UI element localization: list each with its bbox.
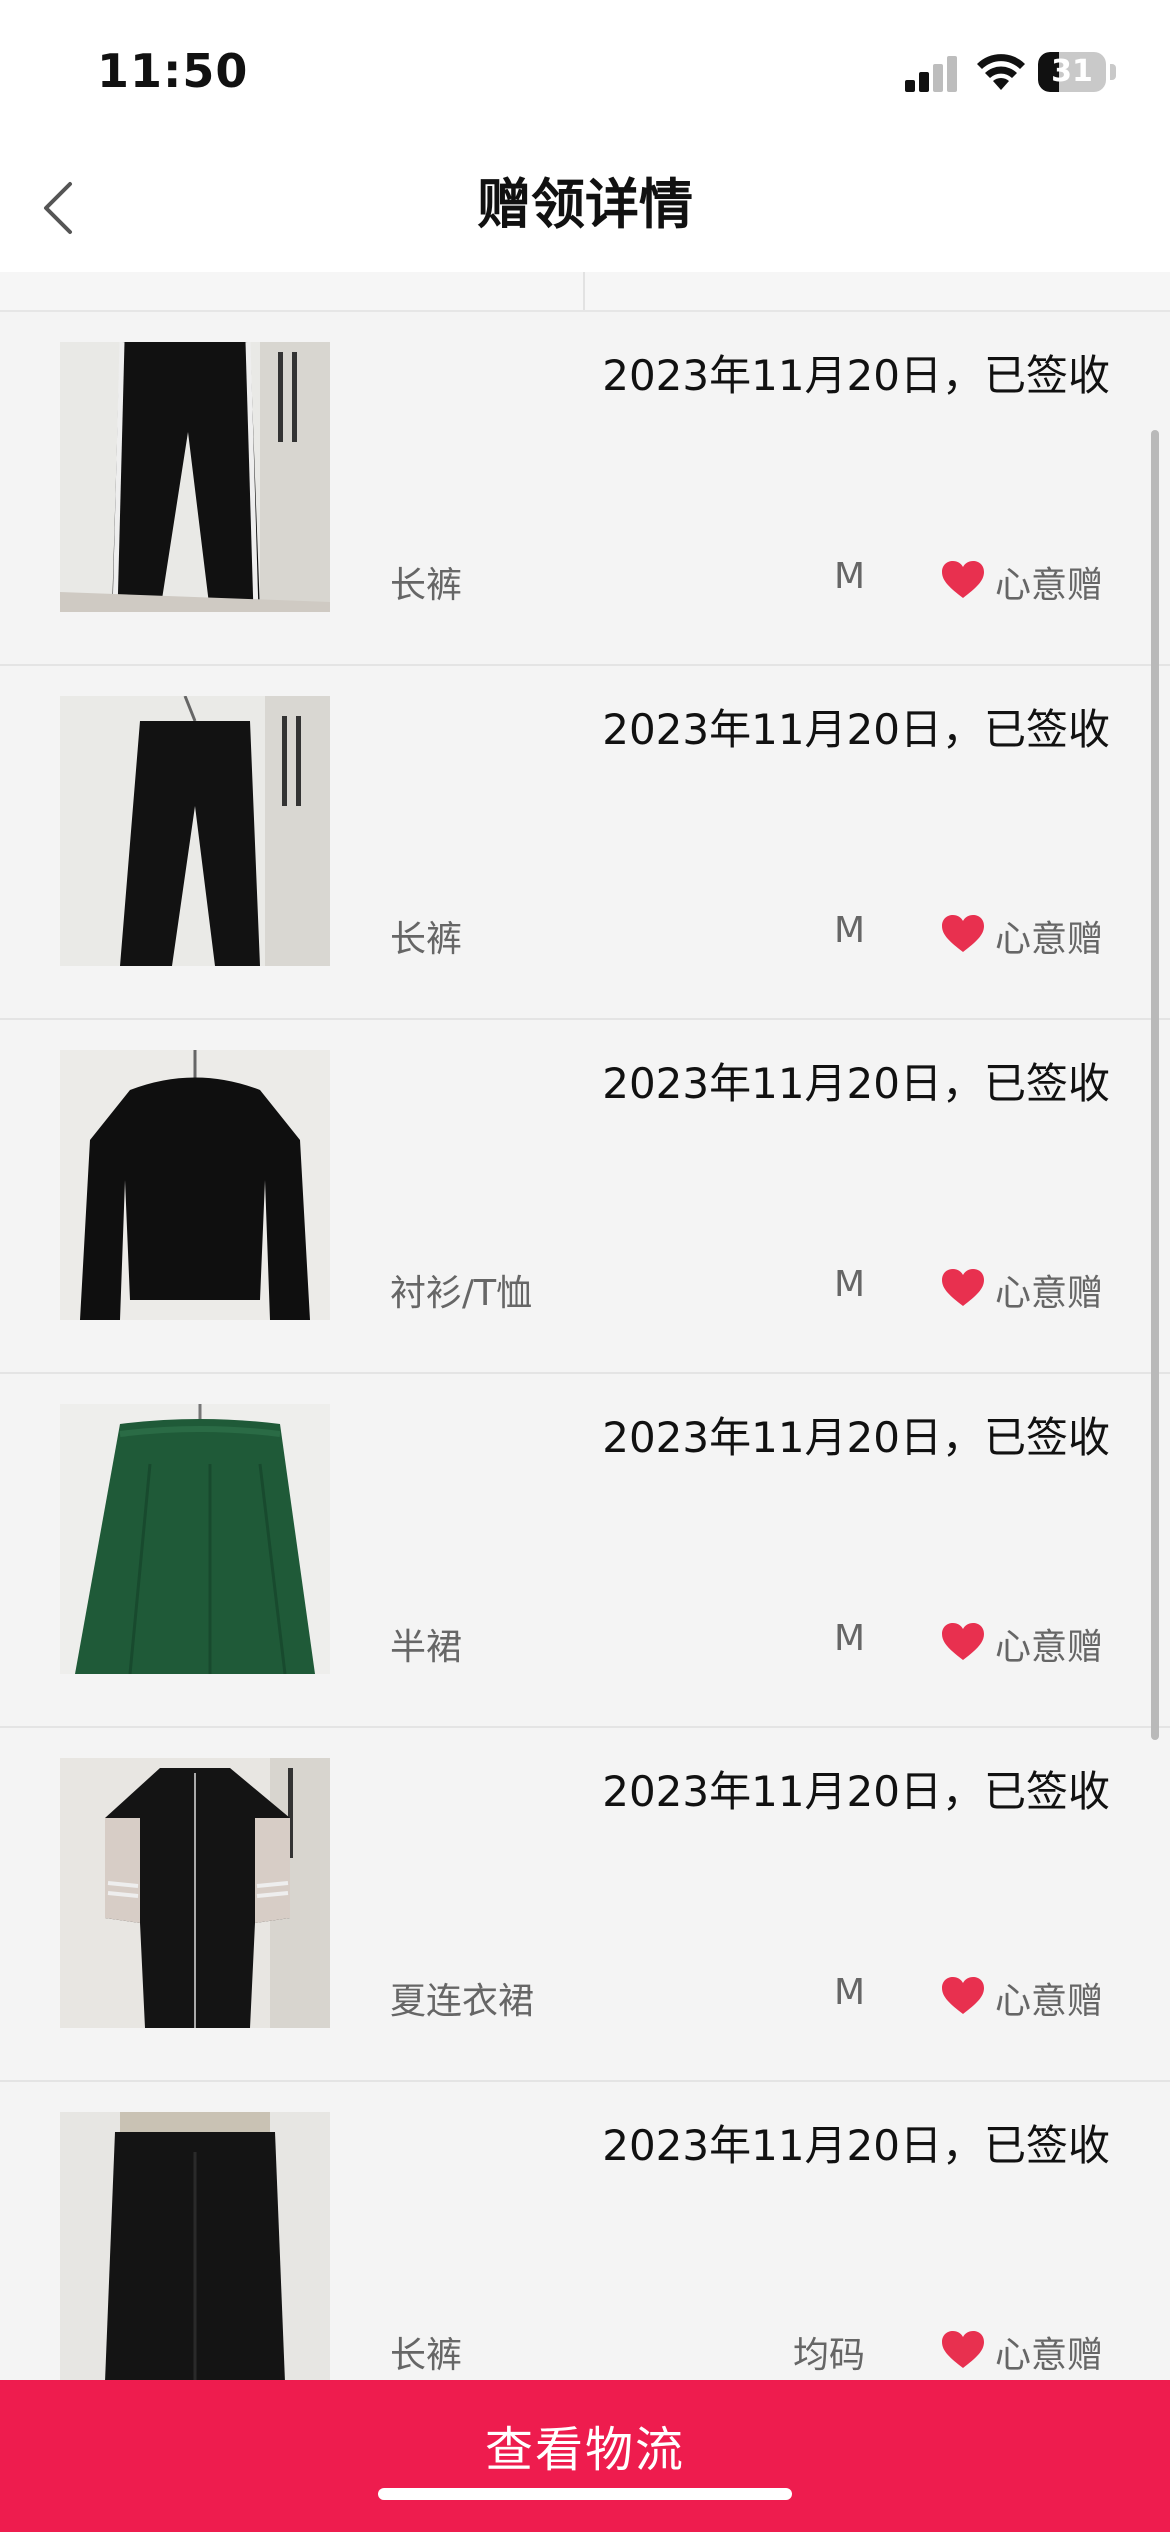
clothing-thumbnail <box>60 1758 330 2028</box>
item-category: 半裙 <box>390 1627 463 1668</box>
status-time: 11:50 <box>97 44 249 98</box>
item-category: 衬衫/T恤 <box>390 1273 533 1314</box>
list-item[interactable]: 2023年11月20日，已签收 长裤 M 心意赠 <box>0 666 1170 1020</box>
item-category: 夏连衣裙 <box>390 1981 535 2022</box>
clothing-image <box>60 1404 330 1674</box>
heart-icon <box>942 915 984 952</box>
page-title: 赠领详情 <box>477 173 693 236</box>
item-date-status: 2023年11月20日，已签收 <box>602 705 1110 754</box>
item-size: M <box>833 1618 865 1659</box>
clothing-thumbnail <box>60 1404 330 1674</box>
segment-divider <box>583 272 585 310</box>
back-button[interactable] <box>30 170 100 240</box>
item-category: 长裤 <box>390 2335 463 2376</box>
clothing-image <box>60 1758 330 2028</box>
view-logistics-button[interactable]: 查看物流 <box>0 2380 1170 2532</box>
heart-icon <box>942 561 984 598</box>
item-date-status: 2023年11月20日，已签收 <box>602 351 1110 400</box>
home-indicator <box>378 2488 792 2500</box>
heart-icon <box>942 1977 984 2014</box>
gift-tag-label: 心意赠 <box>995 1627 1104 1668</box>
clothing-thumbnail <box>60 342 330 612</box>
clothing-image <box>60 342 330 612</box>
item-size: 均码 <box>792 2335 865 2376</box>
gift-tag-label: 心意赠 <box>995 1273 1104 1314</box>
chevron-left-icon <box>44 182 72 234</box>
item-date-status: 2023年11月20日，已签收 <box>602 2121 1110 2170</box>
scrollbar[interactable] <box>1151 430 1159 1740</box>
clothing-thumbnail <box>60 696 330 966</box>
battery-tip <box>1110 64 1116 80</box>
navigation-bar: 赠领详情 <box>0 140 1170 272</box>
clothing-thumbnail <box>60 2112 330 2382</box>
item-date-status: 2023年11月20日，已签收 <box>602 1767 1110 1816</box>
status-bar: 11:50 31 <box>0 0 1170 140</box>
list-item[interactable]: 2023年11月20日，已签收 长裤 M 心意赠 <box>0 312 1170 666</box>
gift-tag-label: 心意赠 <box>995 919 1104 960</box>
clothing-image <box>60 696 330 966</box>
list-item[interactable]: 2023年11月20日，已签收 夏连衣裙 M 心意赠 <box>0 1728 1170 2082</box>
item-size: M <box>833 910 865 951</box>
clothing-image <box>60 1050 330 1320</box>
item-size: M <box>833 556 865 597</box>
item-list: 2023年11月20日，已签收 长裤 M 心意赠 2023年11月20日，已签收… <box>0 312 1170 2436</box>
clothing-thumbnail <box>60 1050 330 1320</box>
battery-icon: 31 <box>1038 52 1106 92</box>
item-category: 长裤 <box>390 565 463 606</box>
item-category: 长裤 <box>390 919 463 960</box>
battery-level: 31 <box>1051 54 1093 89</box>
item-date-status: 2023年11月20日，已签收 <box>602 1059 1110 1108</box>
view-logistics-label: 查看物流 <box>484 2422 685 2478</box>
item-size: M <box>833 1972 865 2013</box>
gift-tag-label: 心意赠 <box>995 2335 1104 2376</box>
heart-icon <box>942 1623 984 1660</box>
cellular-signal-icon <box>905 56 957 92</box>
segment-header <box>0 272 1170 312</box>
gift-tag-label: 心意赠 <box>995 1981 1104 2022</box>
clothing-image <box>60 2112 330 2382</box>
list-item[interactable]: 2023年11月20日，已签收 半裙 M 心意赠 <box>0 1374 1170 1728</box>
wifi-icon <box>977 54 1025 90</box>
heart-icon <box>942 1269 984 1306</box>
list-item[interactable]: 2023年11月20日，已签收 衬衫/T恤 M 心意赠 <box>0 1020 1170 1374</box>
heart-icon <box>942 2331 984 2368</box>
gift-tag-label: 心意赠 <box>995 565 1104 606</box>
item-date-status: 2023年11月20日，已签收 <box>602 1413 1110 1462</box>
item-size: M <box>833 1264 865 1305</box>
